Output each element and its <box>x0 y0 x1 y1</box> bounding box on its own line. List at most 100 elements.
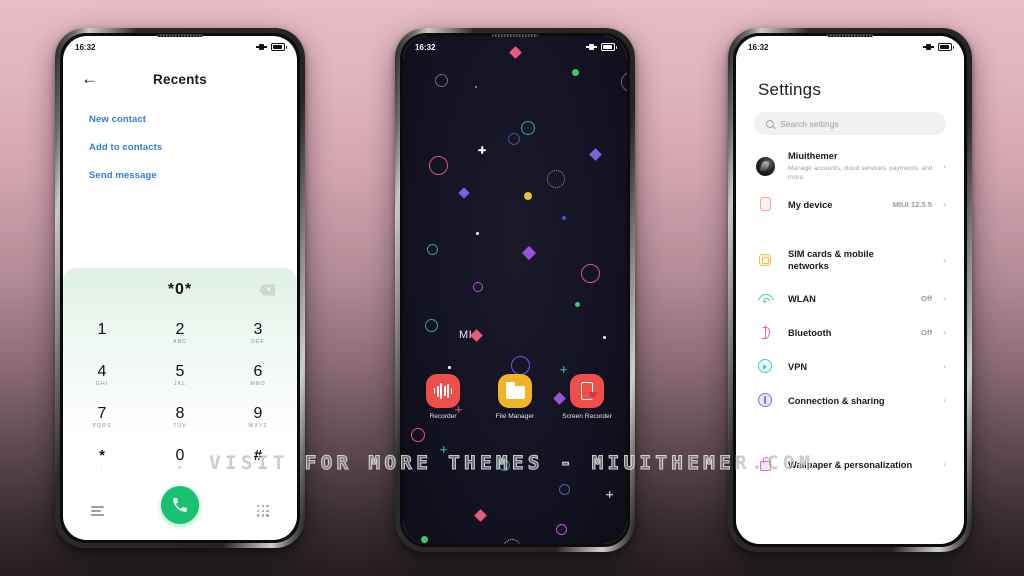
wallpaper-shape-ring <box>559 484 570 495</box>
wallpaper-shape-plus <box>478 146 486 154</box>
settings-row-bluetooth[interactable]: Bluetooth Off › <box>736 315 964 349</box>
device-icon <box>756 195 774 213</box>
keypad-grid-icon[interactable] <box>257 505 269 517</box>
list-menu-icon[interactable] <box>91 506 104 516</box>
account-subtitle: Manage accounts, cloud services, payment… <box>788 165 933 181</box>
wlan-text: WLAN <box>788 289 921 307</box>
dial-key-7-sub: PQRS <box>92 422 112 429</box>
app-screen-recorder[interactable]: Screen Recorder <box>559 374 615 422</box>
chevron-right-icon: › <box>943 161 946 171</box>
dialpad-panel: *0* × 1 2 ABC 3 DEF 4 GHI 5 JKL 6 MNO 7 PQRS 8… <box>63 268 297 540</box>
call-icon <box>173 498 187 512</box>
phone1-status-bar: 16:32 <box>63 36 297 58</box>
file-manager-icon <box>498 374 532 408</box>
wallpaper-shape-dot <box>562 216 566 220</box>
mi-diamond-icon <box>470 328 484 342</box>
dial-key-hash[interactable]: # <box>219 438 297 480</box>
wallpaper-shape-dot <box>476 232 479 235</box>
phone1-status-time: 16:32 <box>75 42 96 52</box>
account-name: Miuithemer <box>788 151 838 161</box>
wallpaper-shape-dot <box>575 302 580 307</box>
dial-key-star-sub: , <box>100 464 104 471</box>
dial-key-1[interactable]: 1 <box>63 312 141 354</box>
chevron-right-icon: › <box>943 327 946 337</box>
account-text: Miuithemer Manage accounts, cloud servic… <box>788 150 940 182</box>
wallpaper-shape-ring <box>427 244 438 255</box>
connection-label: Connection & sharing <box>788 396 885 406</box>
phone3-status-icons <box>923 43 954 51</box>
phone1-bezel: 16:32 ← Recents New contact Add to conta… <box>60 33 300 543</box>
dial-key-8[interactable]: 8 TUV <box>141 396 219 438</box>
settings-row-wlan[interactable]: WLAN Off › <box>736 281 964 315</box>
phone3-status-time: 16:32 <box>748 42 769 52</box>
wallpaper-shape-ring <box>511 356 530 375</box>
dial-key-3[interactable]: 3 DEF <box>219 312 297 354</box>
wallpaper-shape-ring <box>425 319 438 332</box>
sim-label: SIM cards & mobile networks <box>788 249 874 271</box>
folder-shape-icon <box>505 382 525 399</box>
connection-icon <box>756 391 774 409</box>
dial-key-6[interactable]: 6 MNO <box>219 354 297 396</box>
send-message-link[interactable]: Send message <box>89 170 297 181</box>
settings-row-sim-cards[interactable]: SIM cards & mobile networks › <box>736 239 964 281</box>
dial-key-0[interactable]: 0 + <box>141 438 219 480</box>
settings-row-vpn[interactable]: VPN › <box>736 349 964 383</box>
sim-text: SIM cards & mobile networks <box>788 248 932 272</box>
wifi-shape-icon <box>758 293 772 303</box>
wallpaper-shape-ring <box>429 156 448 175</box>
dial-key-8-sub: TUV <box>173 422 187 429</box>
chevron-right-icon: › <box>943 459 946 469</box>
wallpaper-shape-ring <box>581 264 600 283</box>
new-contact-link[interactable]: New contact <box>89 114 297 125</box>
search-settings-input[interactable]: Search settings <box>754 112 946 135</box>
dial-key-9[interactable]: 9 WXYZ <box>219 396 297 438</box>
battery-icon <box>271 43 287 51</box>
wallpaper-shape-ring <box>508 133 520 145</box>
wallpaper-label: Wallpaper & personalization <box>788 460 913 470</box>
my-device-text: My device <box>788 195 893 213</box>
wallpaper-shape-dot <box>572 69 579 76</box>
bluetooth-shape-icon <box>761 325 770 339</box>
back-arrow-icon[interactable]: ← <box>81 70 99 88</box>
phone2-status-bar: 16:32 <box>403 36 627 58</box>
settings-row-wallpaper[interactable]: Wallpaper & personalization › <box>736 447 964 481</box>
dial-key-8-num: 8 <box>175 404 185 422</box>
dial-key-2[interactable]: 2 ABC <box>141 312 219 354</box>
vpn-label: VPN <box>788 362 808 372</box>
phone3-bezel: 16:32 Settings Search settings Miuitheme… <box>733 33 967 547</box>
settings-row-account[interactable]: Miuithemer Manage accounts, cloud servic… <box>736 145 964 187</box>
call-button[interactable] <box>161 486 199 524</box>
wallpaper-shape-ring <box>621 72 627 92</box>
dial-key-star[interactable]: *, <box>63 438 141 480</box>
settings-list: Miuithemer Manage accounts, cloud servic… <box>736 145 964 481</box>
phone2-status-icons <box>586 43 617 51</box>
dial-key-7[interactable]: 7 PQRS <box>63 396 141 438</box>
phone3-status-bar: 16:32 <box>736 36 964 58</box>
phone-device-settings: 16:32 Settings Search settings Miuitheme… <box>728 28 972 552</box>
settings-row-connection-sharing[interactable]: Connection & sharing › <box>736 383 964 417</box>
dial-key-5[interactable]: 5 JKL <box>141 354 219 396</box>
settings-row-my-device[interactable]: My device MIUI 12.5.5 › <box>736 187 964 221</box>
dial-key-0-sub: + <box>177 464 183 471</box>
phone1-screen: 16:32 ← Recents New contact Add to conta… <box>63 36 297 540</box>
recents-header: ← Recents <box>63 58 297 100</box>
app-recorder[interactable]: Recorder <box>415 374 471 422</box>
dial-key-4[interactable]: 4 GHI <box>63 354 141 396</box>
wlan-value: Off <box>921 293 932 303</box>
wallpaper-text: Wallpaper & personalization <box>788 455 932 473</box>
app-file-manager[interactable]: File Manager <box>487 374 543 422</box>
phone3-screen: 16:32 Settings Search settings Miuitheme… <box>736 36 964 544</box>
sim-card-icon <box>756 251 774 269</box>
wlan-label: WLAN <box>788 294 816 304</box>
wallpaper-shape-dot <box>475 86 477 88</box>
recents-actions: New contact Add to contacts Send message <box>63 100 297 181</box>
add-to-contacts-link[interactable]: Add to contacts <box>89 142 297 153</box>
home-app-row: Recorder File Manager Screen Recorder <box>403 374 627 422</box>
wallpaper-shape-ring <box>473 282 483 292</box>
phone-shape-icon <box>581 382 593 400</box>
wallpaper-shape-dot <box>524 192 532 200</box>
my-device-value: MIUI 12.5.5 <box>892 199 932 209</box>
mi-widget[interactable]: MI <box>459 328 484 342</box>
backspace-icon[interactable]: × <box>259 284 275 296</box>
wallpaper-shape-ring <box>503 539 521 544</box>
